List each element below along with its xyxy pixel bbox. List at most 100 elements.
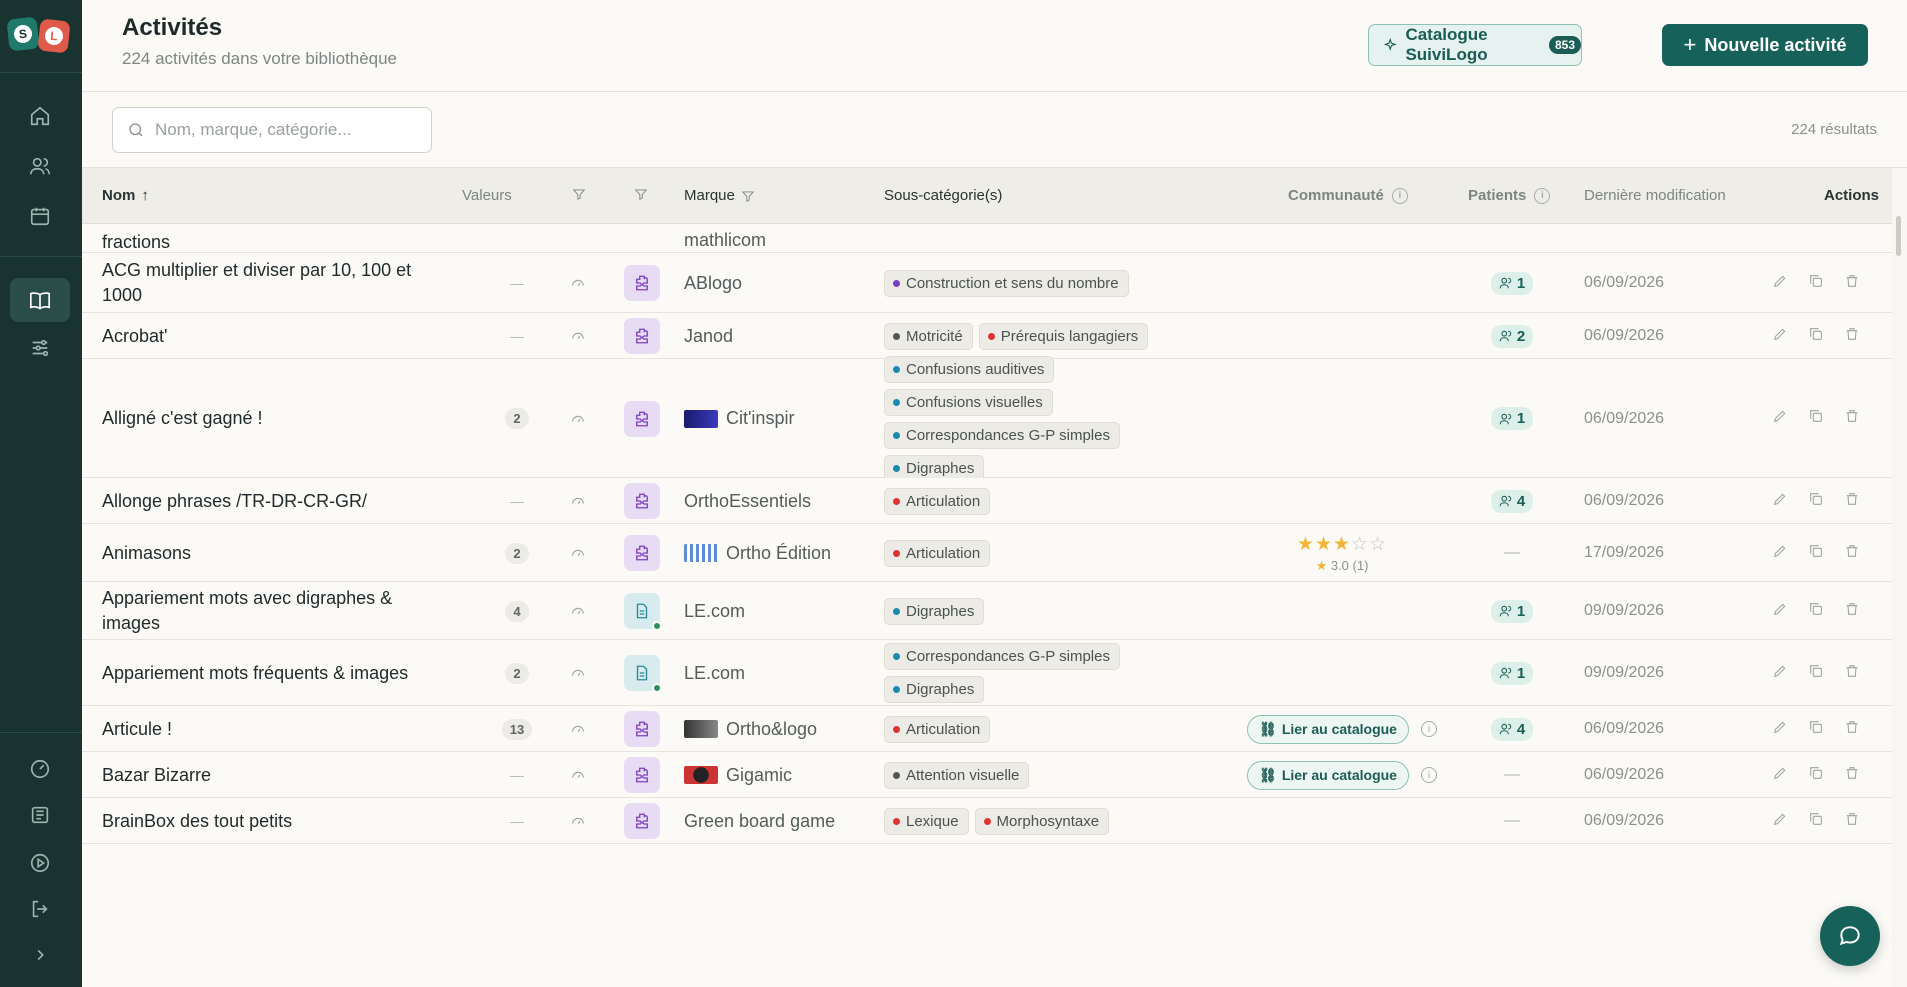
row-actions [1772, 640, 1860, 706]
table-row[interactable]: Articule ! 13 Ortho&logo Articulation ⛓ Lier … [82, 706, 1892, 752]
delete-icon[interactable] [1844, 543, 1860, 564]
edit-icon[interactable] [1772, 491, 1788, 512]
search-input[interactable] [155, 120, 415, 140]
table-row[interactable]: BrainBox des tout petits — Green board gam… [82, 798, 1892, 844]
delete-icon[interactable] [1844, 663, 1860, 684]
info-icon[interactable]: i [1420, 721, 1437, 737]
row-name[interactable]: Alligné c'est gagné ! [102, 359, 422, 478]
subcategory-tag: Confusions auditives [884, 355, 1055, 383]
info-icon[interactable]: i [1391, 187, 1408, 204]
row-brand: Cit'inspir [684, 359, 794, 478]
logo-letter-l: L [44, 26, 64, 46]
col-nom[interactable]: Nom ↑ [102, 187, 149, 204]
nav-logout-icon[interactable] [10, 887, 70, 931]
edit-icon[interactable] [1772, 601, 1788, 622]
valeurs-badge: 2 [505, 542, 529, 564]
table-row[interactable]: Appariement mots avec digraphes & images… [82, 582, 1892, 640]
col-marque[interactable]: Marque [684, 187, 755, 204]
community-link: ⛓ Lier au catalogue i [1242, 752, 1442, 798]
scrollbar[interactable] [1896, 216, 1901, 256]
delete-icon[interactable] [1844, 326, 1860, 347]
link-catalog-button[interactable]: ⛓ Lier au catalogue [1247, 760, 1409, 790]
filter-icon[interactable] [741, 189, 755, 203]
row-date: 06/09/2026 [1584, 409, 1665, 427]
delete-icon[interactable] [1844, 273, 1860, 294]
patients-badge[interactable]: 4 [1490, 717, 1534, 741]
edit-icon[interactable] [1772, 811, 1788, 832]
new-activity-button[interactable]: + Nouvelle activité [1662, 24, 1868, 66]
duplicate-icon[interactable] [1808, 601, 1824, 622]
row-name[interactable]: ACG multiplier et diviser par 10, 100 et… [102, 253, 422, 313]
duplicate-icon[interactable] [1808, 408, 1824, 429]
duplicate-icon[interactable] [1808, 811, 1824, 832]
row-name[interactable]: Appariement mots avec digraphes & images [102, 582, 422, 640]
delete-icon[interactable] [1844, 491, 1860, 512]
table-row[interactable]: Appariement mots fréquents & images 2 LE.c… [82, 640, 1892, 706]
duplicate-icon[interactable] [1808, 765, 1824, 786]
nav-settings-sliders-icon[interactable] [10, 326, 70, 370]
table-row[interactable]: Bazar Bizarre — Gigamic Attention visuelle ⛓… [82, 752, 1892, 798]
edit-icon[interactable] [1772, 663, 1788, 684]
patients-badge[interactable]: 1 [1490, 599, 1534, 623]
duplicate-icon[interactable] [1808, 273, 1824, 294]
row-name[interactable]: Acrobat' [102, 313, 422, 359]
patients-badge[interactable]: 1 [1490, 407, 1534, 430]
nav-calendar-icon[interactable] [10, 194, 70, 238]
patients-badge[interactable]: 1 [1490, 271, 1534, 295]
link-catalog-button[interactable]: ⛓ Lier au catalogue [1247, 714, 1409, 744]
row-name[interactable]: Bazar Bizarre [102, 752, 422, 798]
valeurs-empty: — [510, 493, 524, 509]
nav-home-icon[interactable] [10, 94, 70, 138]
nav-news-icon[interactable] [10, 793, 70, 837]
table-row[interactable]: ACG multiplier et diviser par 10, 100 et… [82, 253, 1892, 313]
edit-icon[interactable] [1772, 273, 1788, 294]
row-brand: ABlogo [684, 253, 742, 313]
nav-library-icon[interactable] [10, 278, 70, 322]
info-icon[interactable]: i [1420, 767, 1437, 783]
delete-icon[interactable] [1844, 408, 1860, 429]
nav-expand-chevron-icon[interactable] [10, 933, 70, 977]
row-name[interactable]: Allonge phrases /TR-DR-CR-GR/ [102, 478, 422, 524]
table-row[interactable]: Alligné c'est gagné ! 2 Cit'inspir Confusio… [82, 355, 1892, 482]
duplicate-icon[interactable] [1808, 326, 1824, 347]
delete-icon[interactable] [1844, 601, 1860, 622]
patients-badge[interactable]: 2 [1490, 324, 1534, 348]
duplicate-icon[interactable] [1808, 543, 1824, 564]
edit-icon[interactable] [1772, 719, 1788, 740]
table-row[interactable]: Allonge phrases /TR-DR-CR-GR/ — OrthoEssen… [82, 478, 1892, 524]
filter-icon[interactable] [634, 187, 648, 201]
row-subcategories: Attention visuelle [884, 752, 1030, 798]
filter-icon[interactable] [572, 187, 586, 201]
edit-icon[interactable] [1772, 543, 1788, 564]
catalog-button[interactable]: Catalogue SuiviLogo 853 [1368, 24, 1582, 66]
nav-patients-icon[interactable] [10, 144, 70, 188]
duplicate-icon[interactable] [1808, 491, 1824, 512]
row-name[interactable]: BrainBox des tout petits [102, 798, 422, 844]
chat-button[interactable] [1820, 906, 1880, 966]
delete-icon[interactable] [1844, 765, 1860, 786]
patients-badge[interactable]: 4 [1490, 489, 1534, 513]
table-row[interactable]: Animasons 2 Ortho Édition Articulation ★★★☆☆… [82, 524, 1892, 582]
nav-play-icon[interactable] [10, 841, 70, 885]
patients-badge[interactable]: 1 [1490, 661, 1534, 685]
app-logo[interactable]: S L [6, 16, 74, 56]
delete-icon[interactable] [1844, 811, 1860, 832]
brand-label: Cit'inspir [726, 408, 795, 428]
table-row[interactable]: Acrobat' — Janod Motricité Prérequis langagi… [82, 313, 1892, 359]
nav-gauge-icon[interactable] [10, 747, 70, 791]
row-name[interactable]: Animasons [102, 524, 422, 582]
gauge-icon [563, 706, 593, 752]
duplicate-icon[interactable] [1808, 663, 1824, 684]
row-name[interactable]: Appariement mots fréquents & images [102, 640, 422, 706]
search-box[interactable] [112, 107, 432, 153]
edit-icon[interactable] [1772, 326, 1788, 347]
duplicate-icon[interactable] [1808, 719, 1824, 740]
edit-icon[interactable] [1772, 408, 1788, 429]
patients-count: 1 [1516, 664, 1526, 682]
row-valeurs: — [462, 798, 572, 844]
info-icon[interactable]: i [1534, 187, 1551, 204]
edit-icon[interactable] [1772, 765, 1788, 786]
delete-icon[interactable] [1844, 719, 1860, 740]
row-name[interactable]: Articule ! [102, 706, 422, 752]
tag-label: Confusions auditives [906, 360, 1045, 378]
